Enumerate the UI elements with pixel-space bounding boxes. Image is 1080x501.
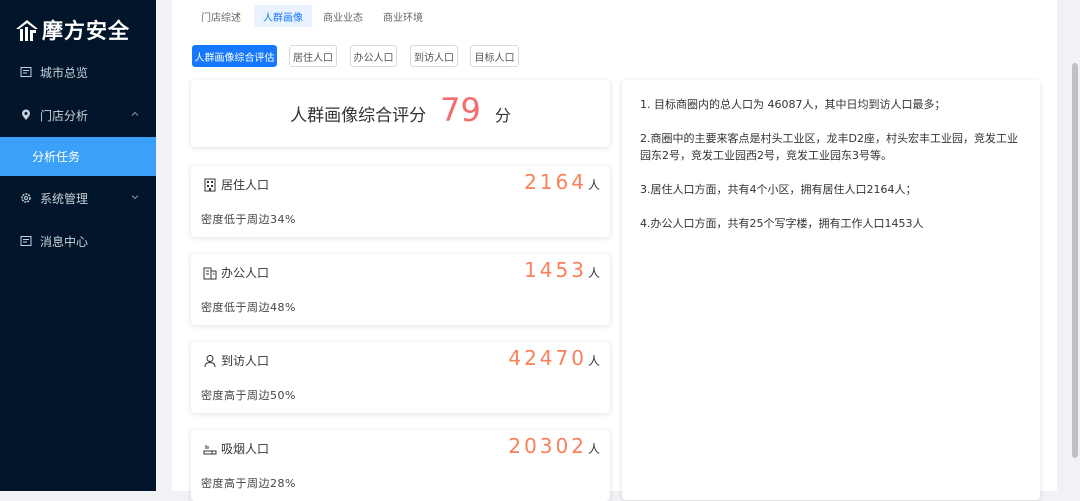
sidebar-item-analysis-task[interactable]: 分析任务 <box>0 137 156 176</box>
summary-card: 1. 目标商圈内的总人口为 46087人，其中日均到访人口最多； 2.商圈中的主… <box>622 80 1040 500</box>
stat-title: 居住人口 <box>221 178 270 192</box>
logo-text: 摩方安全 <box>42 19 130 43</box>
score-unit: 分 <box>494 105 511 125</box>
stat-description: 密度低于周边48% <box>201 301 296 314</box>
stat-description: 密度高于周边28% <box>201 477 296 490</box>
logo-icon <box>16 20 38 41</box>
office-icon <box>203 267 217 279</box>
location-icon <box>20 109 32 121</box>
stat-title: 到访人口 <box>221 354 270 368</box>
gear-icon <box>20 192 32 204</box>
subtab-resident[interactable]: 居住人口 <box>289 45 337 67</box>
stat-description: 密度高于周边50% <box>201 389 296 402</box>
score-card: 人群画像综合评分 79 分 <box>191 80 610 147</box>
stat-unit: 人 <box>587 266 600 280</box>
stat-title: 吸烟人口 <box>221 442 270 456</box>
subtab-visitor[interactable]: 到访人口 <box>410 45 458 67</box>
stat-title: 办公人口 <box>221 266 270 280</box>
stat-unit: 人 <box>587 442 600 456</box>
chevron-up-icon <box>131 111 139 116</box>
tab-crowd-profile[interactable]: 人群画像 <box>254 5 312 27</box>
sidebar-item-system-management[interactable]: 系统管理 <box>0 178 156 218</box>
tab-business-format[interactable]: 商业业态 <box>316 5 370 27</box>
top-tab-bar: 门店综述 人群画像 商业业态 商业环境 <box>172 0 1057 31</box>
summary-item: 1. 目标商圈内的总人口为 46087人，其中日均到访人口最多； <box>640 98 946 111</box>
stat-value: 42470 <box>508 346 587 370</box>
stat-value: 2164 <box>524 170 587 194</box>
stat-card-smoker: 吸烟人口 20302 人 密度高于周边28% <box>191 430 610 501</box>
sidebar-item-label: 城市总览 <box>40 65 89 80</box>
scrollbar-thumb[interactable] <box>1072 63 1078 458</box>
stat-unit: 人 <box>587 178 600 192</box>
sidebar-item-label: 门店分析 <box>40 108 89 123</box>
sidebar: 摩方安全 城市总览 门店分析 分析任务 系统管理 消息中心 <box>0 0 156 491</box>
stat-description: 密度低于周边34% <box>201 213 296 226</box>
dashboard-icon <box>20 66 32 78</box>
sidebar-item-store-analysis[interactable]: 门店分析 <box>0 95 156 135</box>
message-icon <box>20 235 32 247</box>
sidebar-item-city-overview[interactable]: 城市总览 <box>0 52 156 92</box>
stat-card-visitor: 到访人口 42470 人 密度高于周边50% <box>191 342 610 413</box>
summary-item: 2.商圈中的主要来客点是村头工业区，龙丰D2座，村头宏丰工业园，竞发工业园东2号… <box>640 132 1018 162</box>
sidebar-item-label: 系统管理 <box>40 191 89 206</box>
cigarette-icon <box>203 444 217 454</box>
sidebar-item-message-center[interactable]: 消息中心 <box>0 221 156 261</box>
stat-card-office: 办公人口 1453 人 密度低于周边48% <box>191 254 610 325</box>
building-icon <box>204 178 216 191</box>
stat-value: 20302 <box>508 434 587 458</box>
summary-item: 4.办公人口方面，共有25个写字楼，拥有工作人口1453人 <box>640 217 924 230</box>
sidebar-item-label: 消息中心 <box>40 234 89 249</box>
tab-business-environment[interactable]: 商业环境 <box>376 5 430 27</box>
person-icon <box>204 354 216 367</box>
score-label: 人群画像综合评分 <box>290 106 427 126</box>
app-logo[interactable]: 摩方安全 <box>14 10 144 50</box>
summary-item: 3.居住人口方面，共有4个小区，拥有居住人口2164人； <box>640 183 917 196</box>
subtab-target[interactable]: 目标人口 <box>470 45 519 67</box>
subtab-office[interactable]: 办公人口 <box>350 45 397 67</box>
stat-card-resident: 居住人口 2164 人 密度低于周边34% <box>191 166 610 237</box>
subtab-comprehensive-eval[interactable]: 人群画像综合评估 <box>192 45 277 67</box>
stat-value: 1453 <box>524 258 587 282</box>
stat-unit: 人 <box>587 354 600 368</box>
score-value: 79 <box>440 90 481 129</box>
tab-store-overview[interactable]: 门店综述 <box>194 5 248 27</box>
sidebar-item-label: 分析任务 <box>32 150 81 164</box>
chevron-down-icon <box>131 195 139 200</box>
